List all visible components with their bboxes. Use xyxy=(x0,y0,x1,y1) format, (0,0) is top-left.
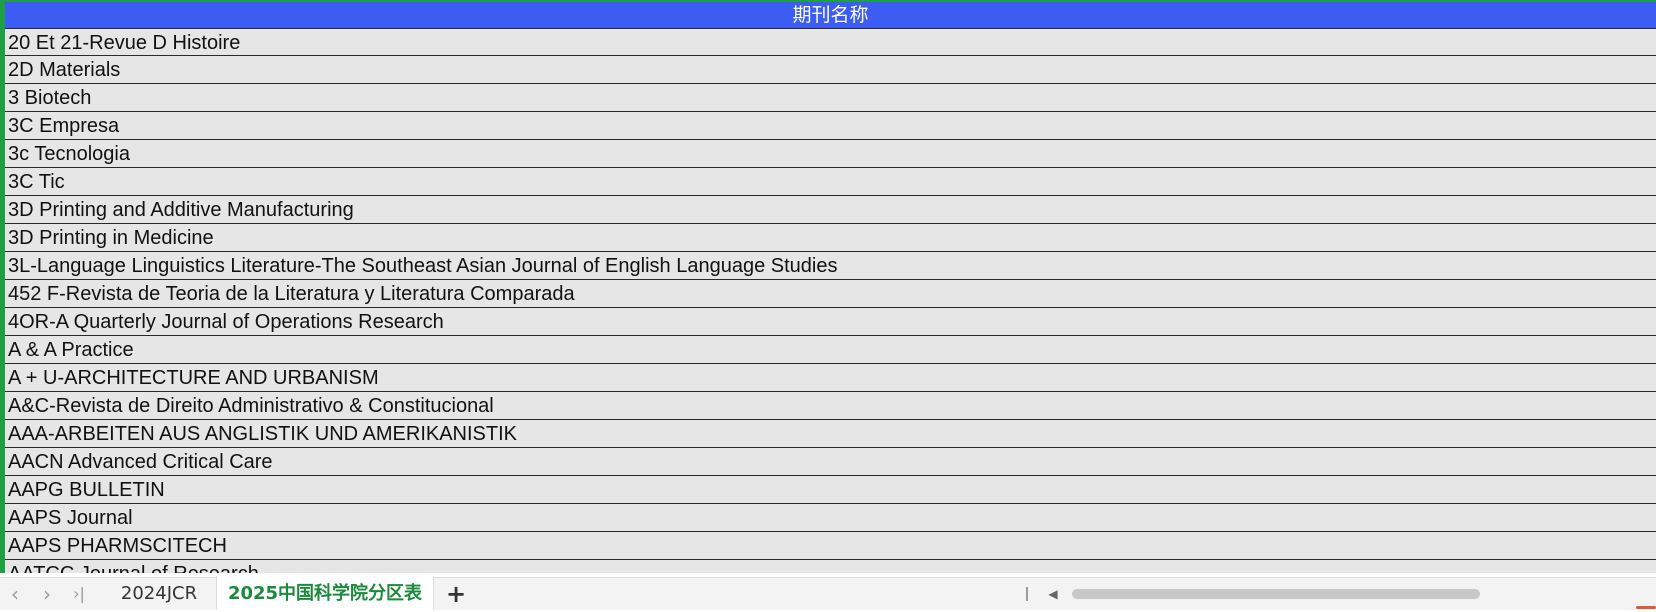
tab-2025-cas-ranking[interactable]: 2025中国科学院分区表 xyxy=(216,576,434,610)
table-row[interactable]: 3c Tecnologia xyxy=(5,140,1656,168)
last-sheet-icon[interactable]: ›| xyxy=(64,578,94,610)
spreadsheet-grid: 期刊名称 20 Et 21-Revue D Histoire 2D Materi… xyxy=(0,0,1656,573)
table-row[interactable]: 3 Biotech xyxy=(5,84,1656,112)
journal-rows: 20 Et 21-Revue D Histoire 2D Materials 3… xyxy=(5,28,1656,573)
scroll-left-icon[interactable]: ◀ xyxy=(1044,578,1062,610)
table-row[interactable]: 20 Et 21-Revue D Histoire xyxy=(5,28,1656,56)
table-row[interactable]: AAPG BULLETIN xyxy=(5,476,1656,504)
table-row[interactable]: 4OR-A Quarterly Journal of Operations Re… xyxy=(5,308,1656,336)
sheet-tab-bar: ‹ › ›| 2024JCR 2025中国科学院分区表 + ◀ xyxy=(0,576,1656,610)
table-row[interactable]: 3C Tic xyxy=(5,168,1656,196)
table-row[interactable]: 3D Printing and Additive Manufacturing xyxy=(5,196,1656,224)
table-row[interactable]: 2D Materials xyxy=(5,56,1656,84)
table-row[interactable]: 3C Empresa xyxy=(5,112,1656,140)
table-row[interactable]: 3L-Language Linguistics Literature-The S… xyxy=(5,252,1656,280)
table-row[interactable]: A & A Practice xyxy=(5,336,1656,364)
column-header-journal-name[interactable]: 期刊名称 xyxy=(5,0,1656,28)
table-row[interactable]: AATCC Journal of Research xyxy=(5,560,1656,573)
table-row[interactable]: AAA-ARBEITEN AUS ANGLISTIK UND AMERIKANI… xyxy=(5,420,1656,448)
chevron-left-icon[interactable]: ‹ xyxy=(2,578,28,610)
horizontal-scrollbar[interactable] xyxy=(1068,587,1656,601)
horizontal-scrollbar-thumb[interactable] xyxy=(1072,589,1480,599)
table-row[interactable]: 452 F-Revista de Teoria de la Literatura… xyxy=(5,280,1656,308)
table-row[interactable]: AACN Advanced Critical Care xyxy=(5,448,1656,476)
chevron-right-icon[interactable]: › xyxy=(34,578,60,610)
table-row[interactable]: 3D Printing in Medicine xyxy=(5,224,1656,252)
tab-2024jcr[interactable]: 2024JCR xyxy=(104,578,214,610)
table-row[interactable]: A&C-Revista de Direito Administrativo & … xyxy=(5,392,1656,420)
table-row[interactable]: A + U-ARCHITECTURE AND URBANISM xyxy=(5,364,1656,392)
table-row[interactable]: AAPS Journal xyxy=(5,504,1656,532)
add-sheet-icon[interactable]: + xyxy=(442,578,470,610)
tab-splitter-handle[interactable] xyxy=(1026,587,1028,601)
table-row[interactable]: AAPS PHARMSCITECH xyxy=(5,532,1656,560)
